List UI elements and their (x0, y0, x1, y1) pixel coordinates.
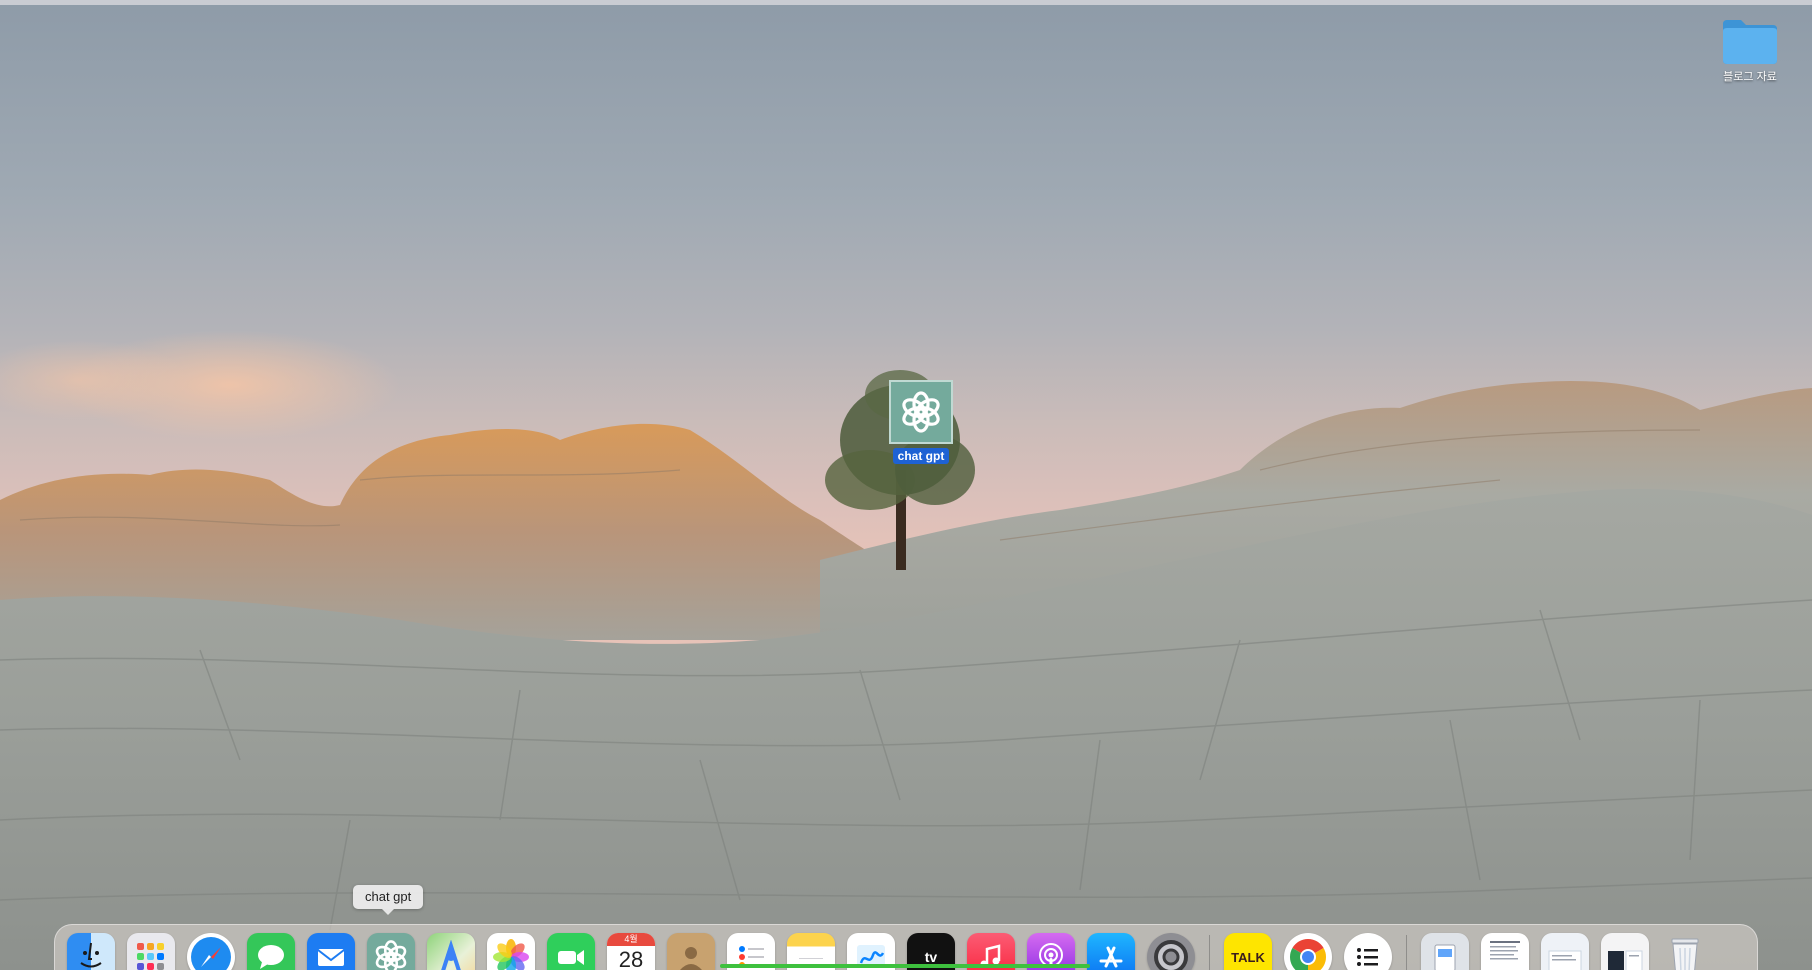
appstore-icon (1099, 946, 1123, 968)
dock-item-kakaotalk[interactable]: TALK (1224, 933, 1272, 970)
list-icon (1357, 948, 1378, 966)
kakaotalk-icon: TALK (1231, 949, 1265, 965)
folder-label: 블로그 자료 (1723, 71, 1777, 83)
dock-stack-downloads[interactable] (1421, 933, 1469, 970)
facetime-icon (558, 950, 584, 965)
dock-item-messages[interactable] (247, 933, 295, 970)
maps-icon (441, 940, 461, 970)
dock-item-safari[interactable] (187, 933, 235, 970)
safari-icon (191, 937, 231, 970)
dock-item-contacts[interactable] (667, 933, 715, 970)
dock-item-facetime[interactable] (547, 933, 595, 970)
dock-stack-document-2[interactable] (1541, 933, 1589, 970)
calendar-day: 28 (618, 947, 644, 970)
photos-icon (493, 939, 529, 970)
menu-bar[interactable] (0, 0, 1812, 5)
dock-tooltip: chat gpt (353, 885, 424, 915)
dock-item-calendar[interactable]: 4월 28 (607, 933, 655, 970)
dock-item-photos[interactable] (487, 933, 535, 970)
messages-icon (258, 945, 284, 969)
dock-item-finder[interactable] (67, 933, 115, 970)
trash-icon (1671, 938, 1699, 970)
chrome-icon (1290, 939, 1326, 970)
dock-item-chrome[interactable] (1284, 933, 1332, 970)
dock-progress-bar (720, 964, 1090, 968)
dock-divider (1406, 935, 1407, 970)
launchpad-icon (137, 943, 164, 970)
document-thumbnail-icon (1548, 950, 1582, 970)
document-thumbnail-icon (1608, 950, 1643, 970)
dock-item-lists[interactable] (1344, 933, 1392, 970)
appletv-icon: tv (924, 949, 938, 965)
desktop: 블로그 자료 chat gpt chat gpt 4월 28 tv TALK (0, 0, 1812, 970)
downloads-stack-icon (1434, 944, 1456, 970)
dock-divider (1209, 935, 1210, 970)
desktop-folder[interactable]: 블로그 자료 (1714, 16, 1786, 85)
finder-icon (80, 942, 102, 968)
mail-icon (317, 949, 345, 966)
dock-item-launchpad[interactable] (127, 933, 175, 970)
dock-item-trash[interactable] (1661, 933, 1709, 970)
contacts-icon (680, 947, 702, 970)
dock-item-maps[interactable] (427, 933, 475, 970)
desktop-chatgpt-app[interactable]: chat gpt (880, 380, 962, 465)
calendar-month: 4월 (607, 933, 655, 946)
document-thumbnail-icon (1490, 941, 1520, 960)
dock-item-appstore[interactable] (1087, 933, 1135, 970)
dock-item-settings[interactable] (1147, 933, 1195, 970)
dock-stack-document-1[interactable] (1481, 933, 1529, 970)
settings-icon (1154, 940, 1188, 970)
chatgpt-icon (889, 380, 953, 444)
dock-item-mail[interactable] (307, 933, 355, 970)
wallpaper (0, 330, 1812, 970)
desktop-app-label: chat gpt (892, 448, 950, 464)
folder-icon (1723, 20, 1777, 64)
chatgpt-icon (375, 940, 407, 970)
calendar-icon: 4월 28 (607, 933, 655, 970)
dock-item-chatgpt[interactable] (367, 933, 415, 970)
dock-stack-document-3[interactable] (1601, 933, 1649, 970)
